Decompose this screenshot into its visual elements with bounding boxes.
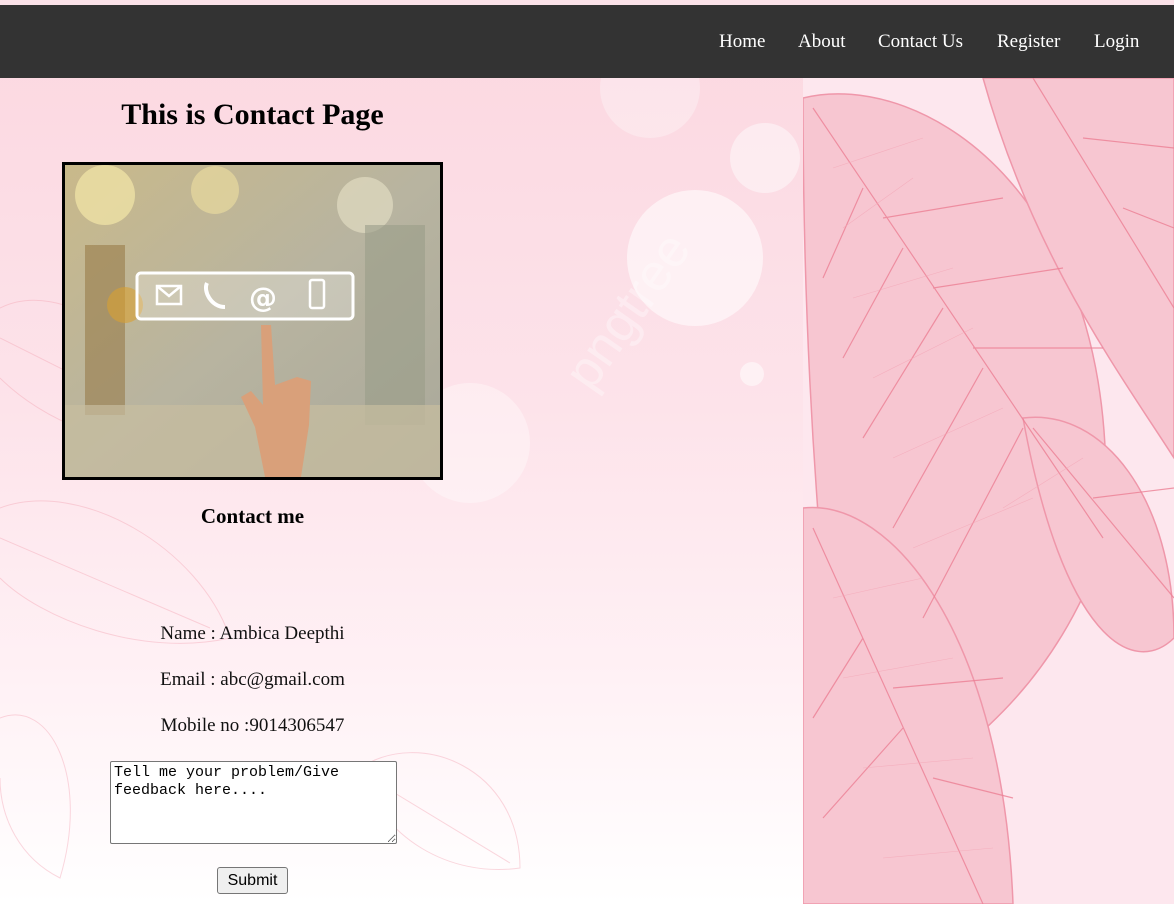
page-title: This is Contact Page [121, 98, 384, 131]
feedback-textarea[interactable] [110, 761, 397, 844]
contact-name: Name : Ambica Deepthi [160, 623, 345, 644]
nav-login-link[interactable]: Login [1094, 31, 1139, 53]
nav-home-link[interactable]: Home [719, 31, 765, 53]
at-sign-icon: @ [249, 281, 277, 314]
contact-heading: Contact me [200, 504, 305, 528]
contact-email: Email : abc@gmail.com [160, 669, 345, 690]
nav-about-link[interactable]: About [798, 31, 846, 53]
leaf-background-image [803, 78, 1174, 904]
contact-image: @ [62, 162, 443, 480]
contact-mobile: Mobile no :9014306547 [160, 715, 345, 736]
nav-contact-us-link[interactable]: Contact Us [878, 31, 963, 53]
svg-text:@: @ [249, 281, 277, 314]
nav-register-link[interactable]: Register [997, 31, 1060, 53]
submit-button[interactable]: Submit [217, 867, 288, 894]
navbar: Home About Contact Us Register Login [0, 5, 1174, 78]
